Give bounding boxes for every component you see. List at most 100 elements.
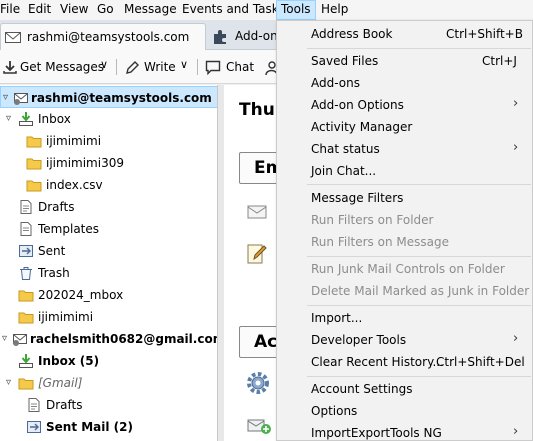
menu-item-label: Address Book [311, 27, 393, 41]
menu-item-run-filters-on-message[interactable]: Run Filters on Message [277, 231, 532, 253]
menu-item-add-ons[interactable]: Add-ons [277, 72, 532, 94]
menu-item-account-settings[interactable]: Account Settings [277, 378, 532, 400]
menu-file[interactable]: File [0, 0, 20, 20]
get-messages-label: Get Messages [20, 60, 105, 74]
new-account-icon[interactable] [246, 417, 272, 435]
menu-message[interactable]: Message [124, 0, 177, 20]
sent-icon [27, 421, 41, 433]
menu-item-shortcut: Ctrl+Shift+B [446, 27, 523, 41]
menu-bar: File Edit View Go Message Events and Tas… [0, 0, 533, 20]
write-dropdown-icon[interactable]: ∨ [180, 58, 188, 71]
mail-icon [5, 32, 21, 43]
menu-item-label: Chat status [311, 142, 380, 156]
menu-item-label: Run Junk Mail Controls on Folder [311, 262, 505, 276]
drafts-icon [28, 398, 40, 412]
folder-item[interactable]: 202024_mbox [0, 284, 217, 306]
menu-item-message-filters[interactable]: Message Filters [277, 187, 532, 209]
folder-label: ijimimimi309 [46, 156, 124, 170]
tab-mail[interactable]: rashmi@teamsystools.com [0, 23, 206, 51]
menu-item-run-junk-mail-controls[interactable]: Run Junk Mail Controls on Folder [277, 258, 532, 280]
folder-item[interactable]: ijimimimi [0, 306, 217, 328]
menu-item-clear-recent-history[interactable]: Clear Recent History... Ctrl+Shift+Del [277, 351, 532, 373]
folder-icon [26, 180, 42, 192]
menu-item-add-on-options[interactable]: Add-on Options › [277, 94, 532, 116]
account-item[interactable]: ▿ rachelsmith0682@gmail.com [0, 328, 217, 350]
tab-addons-label: Add-on [235, 29, 278, 43]
templates-icon [20, 222, 32, 236]
folder-item[interactable]: index.csv [0, 174, 217, 196]
mail-account-icon [13, 334, 27, 346]
menu-item-label: Activity Manager [311, 120, 413, 134]
tab-addons[interactable]: Add-on [208, 23, 278, 51]
menu-go[interactable]: Go [97, 0, 114, 20]
folder-label: Drafts [46, 398, 83, 412]
account-item[interactable]: ▿ rashmi@teamsystools.com [0, 86, 217, 108]
menu-item-join-chat[interactable]: Join Chat... [277, 160, 532, 182]
submenu-arrow-icon: › [513, 96, 519, 111]
folder-templates[interactable]: Templates [0, 218, 217, 240]
read-messages-icon[interactable] [246, 203, 270, 221]
folder-gmail[interactable]: ▿ [Gmail] [0, 372, 217, 394]
collapse-icon[interactable]: ▿ [6, 377, 11, 388]
sent-icon [19, 245, 33, 257]
menu-item-label: Add-ons [311, 76, 360, 90]
menu-separator [307, 256, 531, 257]
menu-item-developer-tools[interactable]: Developer Tools › [277, 329, 532, 351]
folder-label: Inbox (5) [38, 354, 100, 368]
menu-item-label: Message Filters [311, 191, 404, 205]
menu-item-label: ImportExportTools NG [311, 426, 442, 440]
menu-item-importexporttools-ng[interactable]: ImportExportTools NG › [277, 422, 532, 441]
toolbar-separator [197, 59, 198, 75]
write-label: Write [144, 60, 176, 74]
folder-sent[interactable]: Sent Mail (2) [0, 416, 217, 438]
folder-label: Templates [38, 222, 100, 236]
folder-inbox[interactable]: ▿ Inbox [0, 108, 217, 130]
menu-item-delete-junk-mail[interactable]: Delete Mail Marked as Junk in Folder [277, 280, 532, 302]
folder-item[interactable]: ijimimimi309 [0, 152, 217, 174]
trash-icon [20, 267, 32, 280]
menu-edit[interactable]: Edit [28, 0, 51, 20]
folder-label: Inbox [38, 112, 71, 126]
collapse-icon[interactable]: ▿ [3, 92, 8, 103]
folder-label: index.csv [46, 178, 103, 192]
folder-sent[interactable]: Sent [0, 240, 217, 262]
menu-item-label: Run Filters on Folder [311, 213, 434, 227]
menu-item-import[interactable]: Import... [277, 307, 532, 329]
folder-drafts[interactable]: Drafts [0, 394, 217, 416]
gear-icon[interactable] [246, 371, 270, 395]
menu-item-address-book[interactable]: Address Book Ctrl+Shift+B [277, 23, 532, 45]
menu-item-shortcut: Ctrl+Shift+Del [436, 355, 525, 369]
folder-drafts[interactable]: Drafts [0, 196, 217, 218]
menu-separator [307, 184, 531, 185]
menu-events-and-tasks[interactable]: Events and Tasks [182, 0, 285, 20]
menu-help[interactable]: Help [321, 0, 348, 20]
menu-item-label: Run Filters on Message [311, 235, 449, 249]
menu-tools[interactable]: Tools [276, 0, 316, 20]
write-message-icon[interactable] [246, 243, 268, 265]
menu-separator [307, 305, 531, 306]
folder-inbox[interactable]: Inbox (5) [0, 350, 217, 372]
account-label: rashmi@teamsystools.com [31, 91, 212, 105]
folder-label: Sent Mail (2) [46, 420, 133, 434]
menu-item-run-filters-on-folder[interactable]: Run Filters on Folder [277, 209, 532, 231]
menu-item-shortcut: Ctrl+J [482, 54, 517, 68]
submenu-arrow-icon: › [513, 140, 519, 155]
folder-label: 202024_mbox [38, 288, 124, 302]
menu-view[interactable]: View [60, 0, 88, 20]
menu-item-saved-files[interactable]: Saved Files Ctrl+J [277, 50, 532, 72]
folder-label: Drafts [38, 200, 75, 214]
menu-item-options[interactable]: Options [277, 400, 532, 422]
menu-item-activity-manager[interactable]: Activity Manager [277, 116, 532, 138]
folder-icon [18, 378, 34, 390]
folder-label: ijimimimi [38, 310, 94, 324]
folder-trash[interactable]: Trash [0, 262, 217, 284]
collapse-icon[interactable]: ▿ [2, 333, 7, 344]
menu-item-label: Account Settings [311, 382, 413, 396]
get-messages-dropdown-icon[interactable]: ∨ [100, 58, 108, 71]
tools-menu: Address Book Ctrl+Shift+B Saved Files Ct… [276, 20, 533, 441]
chat-label: Chat [226, 60, 255, 74]
collapse-icon[interactable]: ▿ [6, 113, 11, 124]
folder-label: Sent [38, 244, 66, 258]
folder-item[interactable]: ijimimimi [0, 130, 217, 152]
menu-item-chat-status[interactable]: Chat status › [277, 138, 532, 160]
